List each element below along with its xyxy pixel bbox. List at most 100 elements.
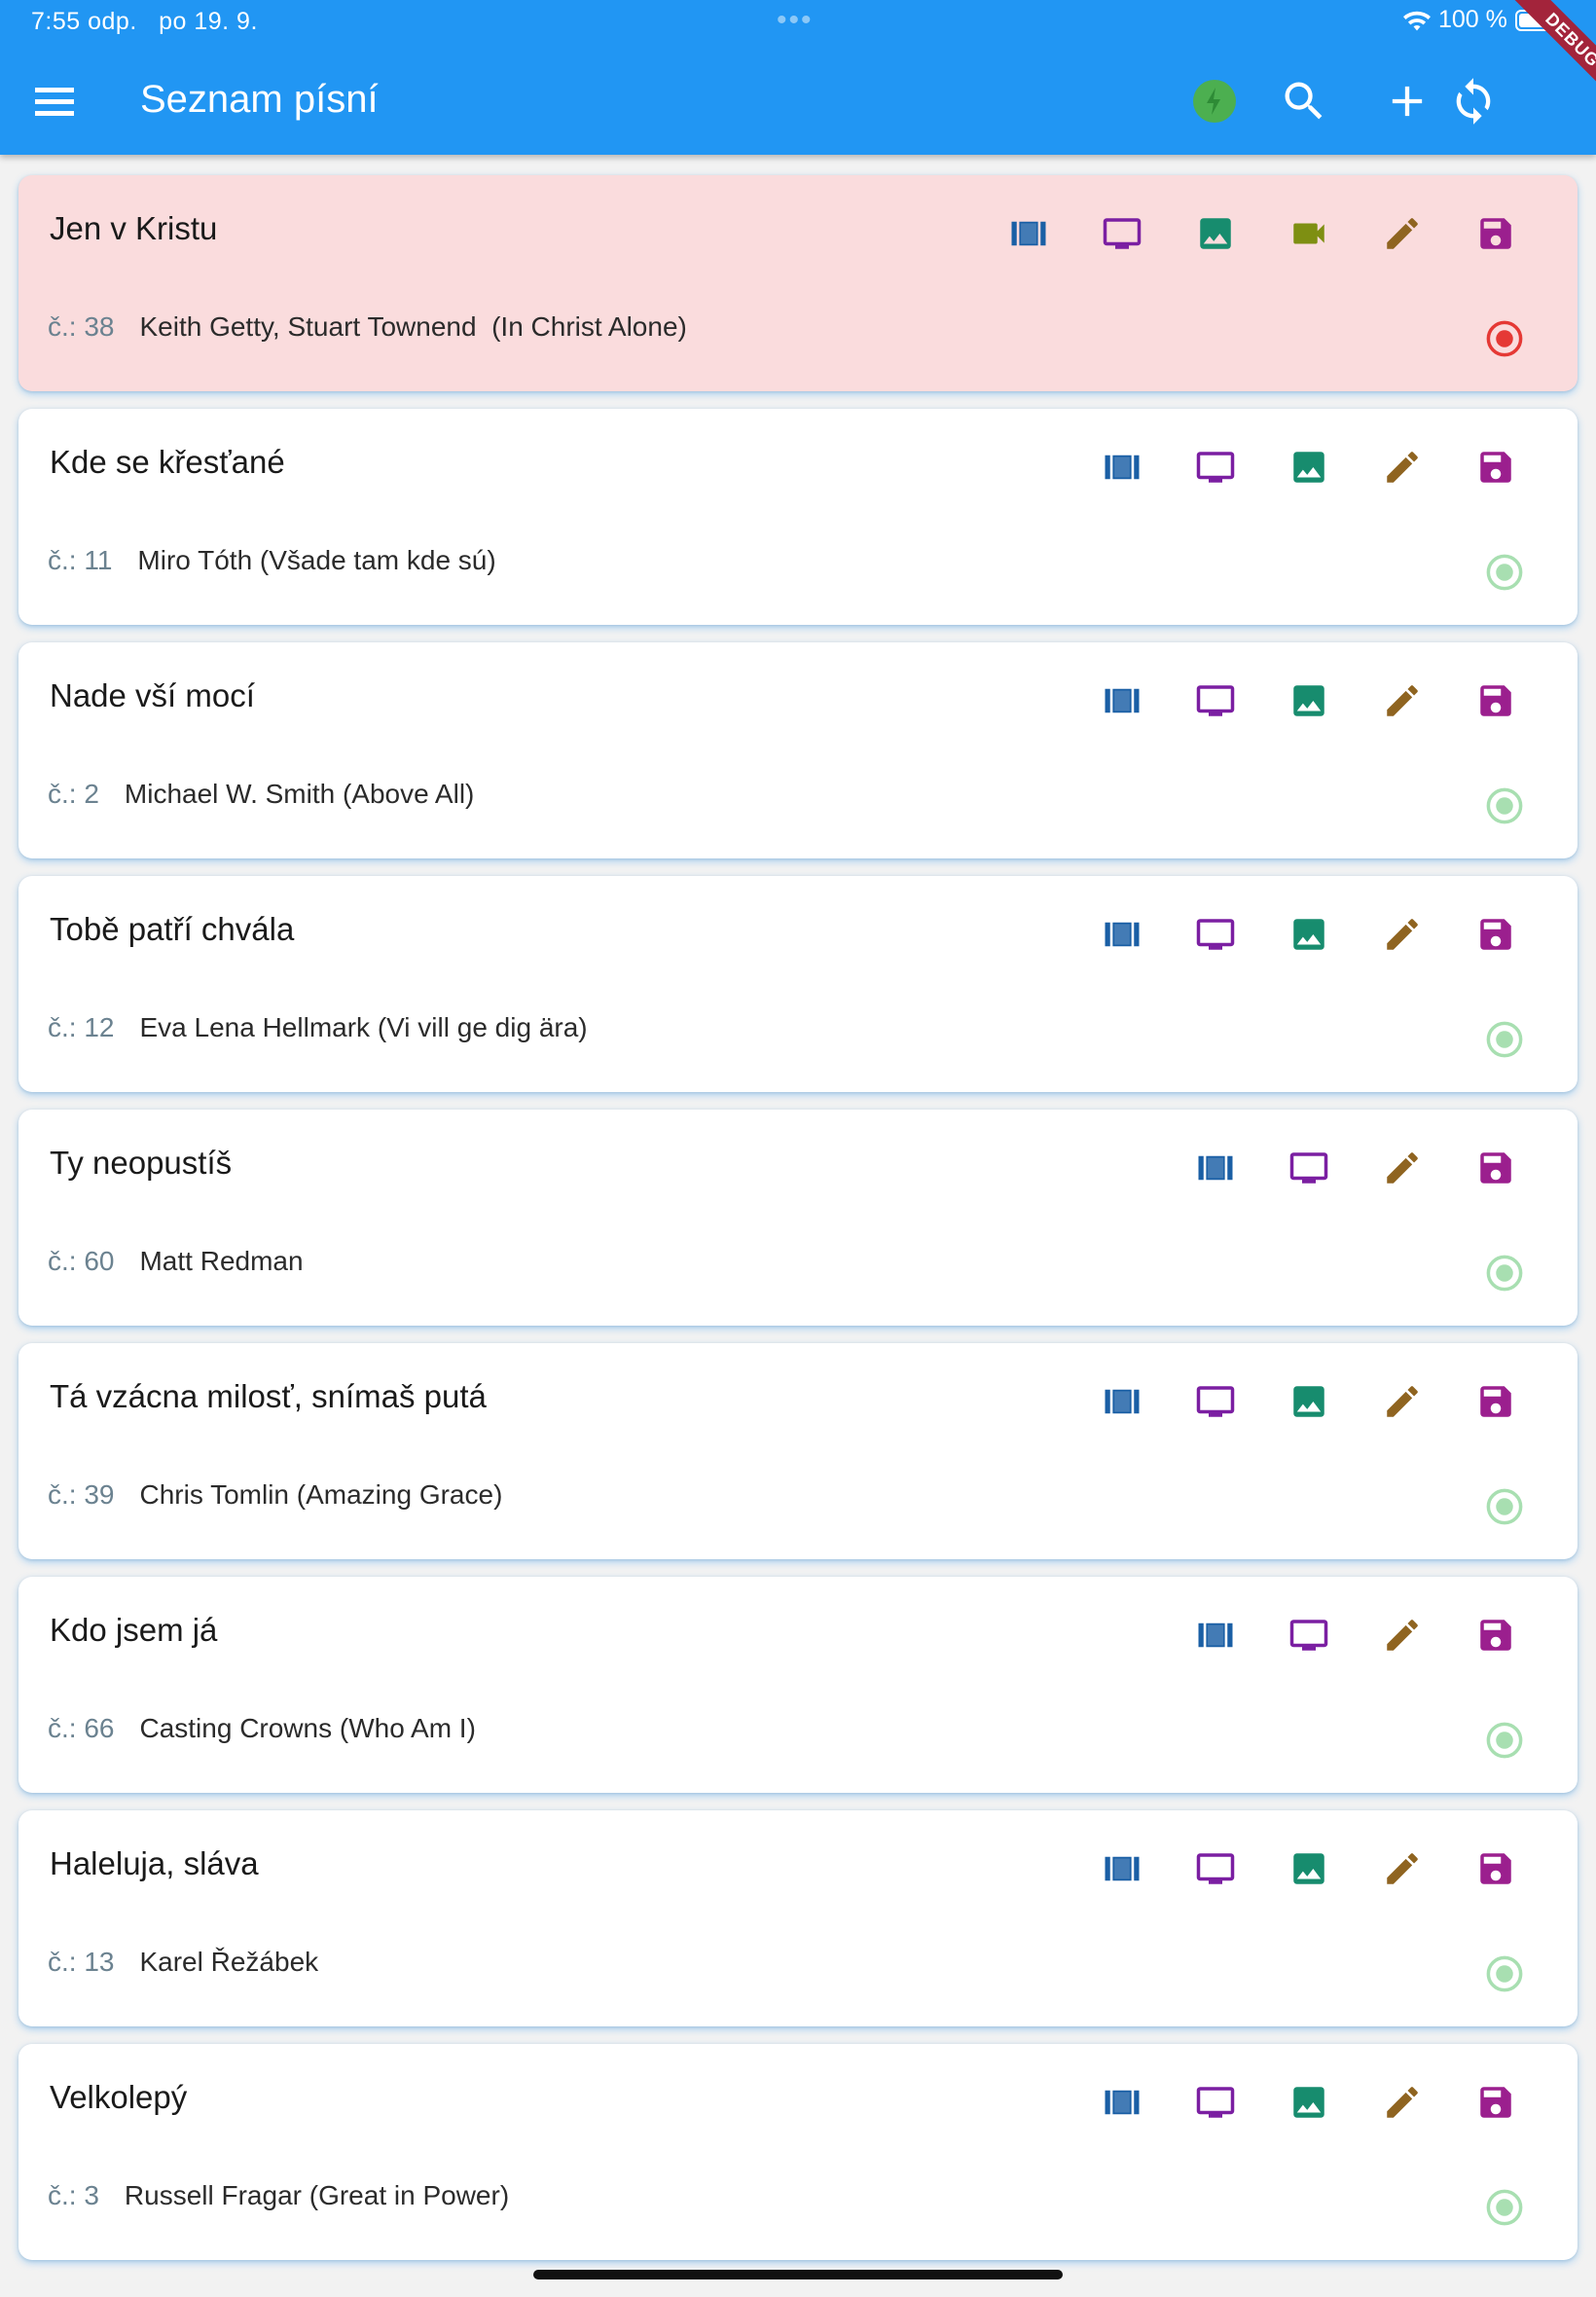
edit-button[interactable] xyxy=(1356,911,1449,958)
sync-button[interactable] xyxy=(1448,76,1499,127)
presentation-button[interactable] xyxy=(1169,2079,1262,2126)
slides-button[interactable] xyxy=(1075,444,1169,491)
song-actions xyxy=(1075,911,1542,958)
song-card[interactable]: Haleluja, sláva č.: 13 Karel Řežábek xyxy=(18,1810,1578,2026)
song-authors: Eva Lena Hellmark (Vi vill ge dig ära) xyxy=(139,1012,588,1042)
pencil-icon xyxy=(1387,218,1418,249)
edit-button[interactable] xyxy=(1356,2079,1449,2126)
slides-icon xyxy=(1105,455,1140,480)
edit-button[interactable] xyxy=(1356,210,1449,257)
edit-button[interactable] xyxy=(1356,677,1449,724)
song-actions xyxy=(1169,1612,1542,1659)
image-button[interactable] xyxy=(1169,210,1262,257)
save-button[interactable] xyxy=(1449,1845,1542,1892)
song-actions xyxy=(1075,444,1542,491)
song-card[interactable]: Jen v Kristu č.: 38 Keith Getty, Stuart To… xyxy=(18,175,1578,391)
presentation-button[interactable] xyxy=(1169,1378,1262,1425)
presentation-button[interactable] xyxy=(1169,444,1262,491)
song-card[interactable]: Tobě patří chvála č.: 12 Eva Lena Hellmark… xyxy=(18,876,1578,1092)
multitasking-dots-icon[interactable]: ••• xyxy=(777,4,814,37)
search-button[interactable] xyxy=(1279,76,1329,127)
save-button[interactable] xyxy=(1449,2079,1542,2126)
presentation-button[interactable] xyxy=(1262,1145,1356,1191)
slides-button[interactable] xyxy=(1075,1845,1169,1892)
song-number: č.: 3 xyxy=(48,2180,99,2210)
save-button[interactable] xyxy=(1449,1612,1542,1659)
slides-icon xyxy=(1198,1622,1233,1648)
song-authors: Matt Redman xyxy=(139,1246,304,1276)
pencil-icon xyxy=(1387,452,1418,483)
edit-button[interactable] xyxy=(1356,1612,1449,1659)
image-button[interactable] xyxy=(1262,911,1356,958)
connection-status-button[interactable] xyxy=(1189,76,1240,127)
pencil-icon xyxy=(1387,1386,1418,1417)
radio-unselected[interactable] xyxy=(1484,2187,1525,2228)
edit-button[interactable] xyxy=(1356,1378,1449,1425)
song-card[interactable]: Tá vzácna milosť, snímaš putá č.: 39 Chris… xyxy=(18,1343,1578,1559)
video-button[interactable] xyxy=(1262,210,1356,257)
presentation-button[interactable] xyxy=(1262,1612,1356,1659)
slides-button[interactable] xyxy=(1075,2079,1169,2126)
radio-unselected[interactable] xyxy=(1484,1720,1525,1761)
song-actions xyxy=(1169,1145,1542,1191)
edit-button[interactable] xyxy=(1356,1145,1449,1191)
radio-icon xyxy=(1486,1488,1523,1525)
save-button[interactable] xyxy=(1449,444,1542,491)
status-time: 7:55 odp. po 19. 9. xyxy=(31,8,258,36)
song-meta: č.: 12 Eva Lena Hellmark (Vi vill ge dig … xyxy=(48,1012,588,1043)
song-card[interactable]: Kdo jsem já č.: 66 Casting Crowns (Who Am … xyxy=(18,1577,1578,1793)
presentation-button[interactable] xyxy=(1169,677,1262,724)
edit-button[interactable] xyxy=(1356,1845,1449,1892)
save-button[interactable] xyxy=(1449,911,1542,958)
edit-button[interactable] xyxy=(1356,444,1449,491)
song-actions xyxy=(982,210,1542,257)
save-button[interactable] xyxy=(1449,1378,1542,1425)
song-title: Ty neopustíš xyxy=(50,1145,233,1181)
song-number: č.: 66 xyxy=(48,1713,115,1743)
song-card[interactable]: Velkolepý č.: 3 Russell Fragar (Great in P… xyxy=(18,2044,1578,2260)
radio-unselected[interactable] xyxy=(1484,785,1525,826)
save-icon xyxy=(1480,685,1511,716)
save-button[interactable] xyxy=(1449,1145,1542,1191)
presentation-button[interactable] xyxy=(1169,911,1262,958)
radio-icon xyxy=(1486,2189,1523,2226)
slides-button[interactable] xyxy=(1169,1145,1262,1191)
slides-button[interactable] xyxy=(1075,677,1169,724)
image-button[interactable] xyxy=(1262,444,1356,491)
image-button[interactable] xyxy=(1262,677,1356,724)
song-authors: Miro Tóth (Všade tam kde sú) xyxy=(137,545,496,575)
radio-unselected[interactable] xyxy=(1484,1486,1525,1527)
radio-unselected[interactable] xyxy=(1484,1953,1525,1994)
song-card[interactable]: Ty neopustíš č.: 60 Matt Redman xyxy=(18,1110,1578,1326)
radio-unselected[interactable] xyxy=(1484,1019,1525,1060)
add-song-button[interactable] xyxy=(1382,76,1433,127)
slides-button[interactable] xyxy=(982,210,1075,257)
song-card[interactable]: Kde se křesťané č.: 11 Miro Tóth (Všade ta… xyxy=(18,409,1578,625)
radio-unselected[interactable] xyxy=(1484,552,1525,593)
radio-icon xyxy=(1486,1955,1523,1992)
song-authors: Casting Crowns (Who Am I) xyxy=(139,1713,476,1743)
slides-button[interactable] xyxy=(1075,1378,1169,1425)
image-button[interactable] xyxy=(1262,2079,1356,2126)
home-indicator[interactable] xyxy=(533,2270,1063,2279)
radio-icon xyxy=(1486,320,1523,357)
song-card[interactable]: Nade vší mocí č.: 2 Michael W. Smith (Abov… xyxy=(18,642,1578,858)
menu-button[interactable] xyxy=(27,78,82,125)
status-dot-icon xyxy=(1193,80,1236,123)
app-bar: 7:55 odp. po 19. 9. ••• 100 % DEBUG Sezn… xyxy=(0,0,1596,155)
image-button[interactable] xyxy=(1262,1378,1356,1425)
song-authors: Keith Getty, Stuart Townend (In Christ A… xyxy=(139,311,687,342)
slides-button[interactable] xyxy=(1075,911,1169,958)
image-icon xyxy=(1293,685,1324,716)
radio-unselected[interactable] xyxy=(1484,1253,1525,1294)
image-button[interactable] xyxy=(1262,1845,1356,1892)
save-button[interactable] xyxy=(1449,677,1542,724)
presentation-button[interactable] xyxy=(1169,1845,1262,1892)
image-icon xyxy=(1293,452,1324,483)
status-date: po 19. 9. xyxy=(159,8,258,35)
save-button[interactable] xyxy=(1449,210,1542,257)
presentation-button[interactable] xyxy=(1075,210,1169,257)
radio-selected[interactable] xyxy=(1484,318,1525,359)
song-authors: Michael W. Smith (Above All) xyxy=(124,779,475,809)
slides-button[interactable] xyxy=(1169,1612,1262,1659)
